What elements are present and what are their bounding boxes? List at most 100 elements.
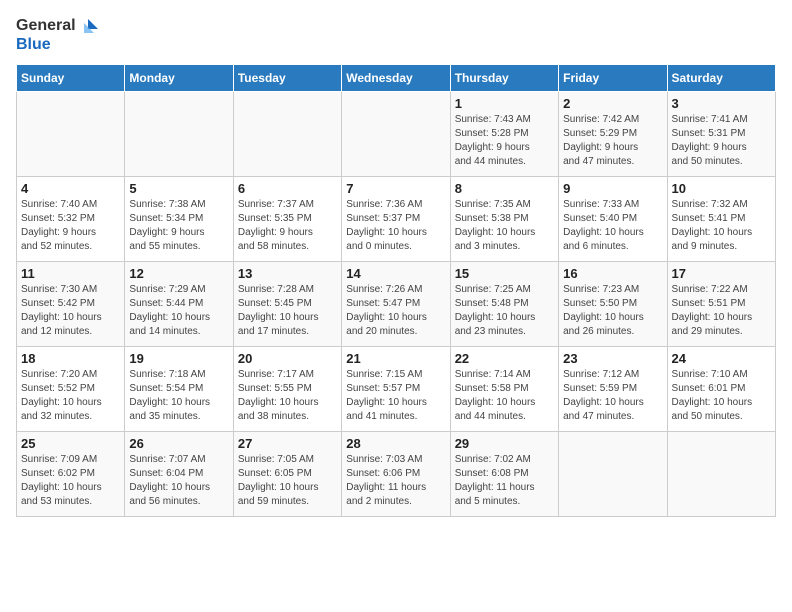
day-number: 3 bbox=[672, 96, 771, 111]
calendar-cell: 21 Sunrise: 7:15 AM Sunset: 5:57 PM Dayli… bbox=[342, 347, 450, 432]
day-number: 24 bbox=[672, 351, 771, 366]
day-info: Sunrise: 7:12 AM Sunset: 5:59 PM Dayligh… bbox=[563, 368, 662, 424]
week-row-1: 1 Sunrise: 7:43 AM Sunset: 5:28 PM Daylig… bbox=[17, 92, 776, 177]
calendar-cell bbox=[125, 92, 233, 177]
calendar-cell: 23 Sunrise: 7:12 AM Sunset: 5:59 PM Dayli… bbox=[559, 347, 667, 432]
calendar-cell: 14 Sunrise: 7:26 AM Sunset: 5:47 PM Dayli… bbox=[342, 262, 450, 347]
day-number: 25 bbox=[21, 436, 120, 451]
calendar-cell: 9 Sunrise: 7:33 AM Sunset: 5:40 PM Daylig… bbox=[559, 177, 667, 262]
day-info: Sunrise: 7:25 AM Sunset: 5:48 PM Dayligh… bbox=[455, 283, 554, 339]
calendar-cell: 22 Sunrise: 7:14 AM Sunset: 5:58 PM Dayli… bbox=[450, 347, 558, 432]
day-number: 19 bbox=[129, 351, 228, 366]
day-info: Sunrise: 7:14 AM Sunset: 5:58 PM Dayligh… bbox=[455, 368, 554, 424]
week-row-2: 4 Sunrise: 7:40 AM Sunset: 5:32 PM Daylig… bbox=[17, 177, 776, 262]
day-number: 12 bbox=[129, 266, 228, 281]
day-number: 21 bbox=[346, 351, 445, 366]
day-info: Sunrise: 7:41 AM Sunset: 5:31 PM Dayligh… bbox=[672, 113, 771, 169]
calendar-cell: 26 Sunrise: 7:07 AM Sunset: 6:04 PM Dayli… bbox=[125, 432, 233, 517]
day-info: Sunrise: 7:32 AM Sunset: 5:41 PM Dayligh… bbox=[672, 198, 771, 254]
calendar-cell: 2Sunrise: 7:42 AM Sunset: 5:29 PM Daylig… bbox=[559, 92, 667, 177]
day-info: Sunrise: 7:10 AM Sunset: 6:01 PM Dayligh… bbox=[672, 368, 771, 424]
col-header-monday: Monday bbox=[125, 65, 233, 92]
calendar-table: SundayMondayTuesdayWednesdayThursdayFrid… bbox=[16, 64, 776, 517]
week-row-5: 25 Sunrise: 7:09 AM Sunset: 6:02 PM Dayli… bbox=[17, 432, 776, 517]
day-info: Sunrise: 7:02 AM Sunset: 6:08 PM Dayligh… bbox=[455, 453, 554, 509]
day-number: 10 bbox=[672, 181, 771, 196]
day-info: Sunrise: 7:38 AM Sunset: 5:34 PM Dayligh… bbox=[129, 198, 228, 254]
day-number: 16 bbox=[563, 266, 662, 281]
calendar-cell: 12 Sunrise: 7:29 AM Sunset: 5:44 PM Dayli… bbox=[125, 262, 233, 347]
day-info: Sunrise: 7:15 AM Sunset: 5:57 PM Dayligh… bbox=[346, 368, 445, 424]
day-number: 1 bbox=[455, 96, 554, 111]
day-number: 15 bbox=[455, 266, 554, 281]
calendar-cell: 1 Sunrise: 7:43 AM Sunset: 5:28 PM Daylig… bbox=[450, 92, 558, 177]
day-number: 9 bbox=[563, 181, 662, 196]
calendar-cell: 8 Sunrise: 7:35 AM Sunset: 5:38 PM Daylig… bbox=[450, 177, 558, 262]
calendar-cell bbox=[559, 432, 667, 517]
logo: General Blue bbox=[16, 16, 98, 54]
day-number: 7 bbox=[346, 181, 445, 196]
day-number: 6 bbox=[238, 181, 337, 196]
calendar-cell: 4 Sunrise: 7:40 AM Sunset: 5:32 PM Daylig… bbox=[17, 177, 125, 262]
calendar-cell: 29Sunrise: 7:02 AM Sunset: 6:08 PM Dayli… bbox=[450, 432, 558, 517]
day-number: 22 bbox=[455, 351, 554, 366]
day-info: Sunrise: 7:17 AM Sunset: 5:55 PM Dayligh… bbox=[238, 368, 337, 424]
day-number: 8 bbox=[455, 181, 554, 196]
day-number: 4 bbox=[21, 181, 120, 196]
day-info: Sunrise: 7:30 AM Sunset: 5:42 PM Dayligh… bbox=[21, 283, 120, 339]
day-info: Sunrise: 7:26 AM Sunset: 5:47 PM Dayligh… bbox=[346, 283, 445, 339]
calendar-cell bbox=[342, 92, 450, 177]
day-info: Sunrise: 7:43 AM Sunset: 5:28 PM Dayligh… bbox=[455, 113, 554, 169]
day-number: 5 bbox=[129, 181, 228, 196]
logo-arrow-icon bbox=[78, 16, 98, 36]
calendar-cell: 19 Sunrise: 7:18 AM Sunset: 5:54 PM Dayli… bbox=[125, 347, 233, 432]
calendar-cell: 15 Sunrise: 7:25 AM Sunset: 5:48 PM Dayli… bbox=[450, 262, 558, 347]
day-number: 14 bbox=[346, 266, 445, 281]
calendar-cell: 20 Sunrise: 7:17 AM Sunset: 5:55 PM Dayli… bbox=[233, 347, 341, 432]
day-info: Sunrise: 7:37 AM Sunset: 5:35 PM Dayligh… bbox=[238, 198, 337, 254]
logo-general: General bbox=[16, 17, 76, 35]
day-info: Sunrise: 7:40 AM Sunset: 5:32 PM Dayligh… bbox=[21, 198, 120, 254]
col-header-wednesday: Wednesday bbox=[342, 65, 450, 92]
day-info: Sunrise: 7:03 AM Sunset: 6:06 PM Dayligh… bbox=[346, 453, 445, 509]
day-info: Sunrise: 7:35 AM Sunset: 5:38 PM Dayligh… bbox=[455, 198, 554, 254]
calendar-cell bbox=[667, 432, 775, 517]
day-info: Sunrise: 7:28 AM Sunset: 5:45 PM Dayligh… bbox=[238, 283, 337, 339]
day-info: Sunrise: 7:18 AM Sunset: 5:54 PM Dayligh… bbox=[129, 368, 228, 424]
day-info: Sunrise: 7:29 AM Sunset: 5:44 PM Dayligh… bbox=[129, 283, 228, 339]
day-number: 13 bbox=[238, 266, 337, 281]
day-info: Sunrise: 7:36 AM Sunset: 5:37 PM Dayligh… bbox=[346, 198, 445, 254]
day-info: Sunrise: 7:33 AM Sunset: 5:40 PM Dayligh… bbox=[563, 198, 662, 254]
day-info: Sunrise: 7:07 AM Sunset: 6:04 PM Dayligh… bbox=[129, 453, 228, 509]
calendar-cell: 11 Sunrise: 7:30 AM Sunset: 5:42 PM Dayli… bbox=[17, 262, 125, 347]
page-header: General Blue bbox=[16, 16, 776, 54]
week-row-4: 18 Sunrise: 7:20 AM Sunset: 5:52 PM Dayli… bbox=[17, 347, 776, 432]
day-number: 20 bbox=[238, 351, 337, 366]
day-number: 18 bbox=[21, 351, 120, 366]
calendar-cell: 28 Sunrise: 7:03 AM Sunset: 6:06 PM Dayli… bbox=[342, 432, 450, 517]
col-header-friday: Friday bbox=[559, 65, 667, 92]
calendar-cell: 16Sunrise: 7:23 AM Sunset: 5:50 PM Dayli… bbox=[559, 262, 667, 347]
calendar-cell: 13 Sunrise: 7:28 AM Sunset: 5:45 PM Dayli… bbox=[233, 262, 341, 347]
calendar-cell: 18 Sunrise: 7:20 AM Sunset: 5:52 PM Dayli… bbox=[17, 347, 125, 432]
day-number: 26 bbox=[129, 436, 228, 451]
day-info: Sunrise: 7:22 AM Sunset: 5:51 PM Dayligh… bbox=[672, 283, 771, 339]
calendar-cell: 3 Sunrise: 7:41 AM Sunset: 5:31 PM Daylig… bbox=[667, 92, 775, 177]
day-number: 11 bbox=[21, 266, 120, 281]
calendar-cell: 25 Sunrise: 7:09 AM Sunset: 6:02 PM Dayli… bbox=[17, 432, 125, 517]
day-number: 28 bbox=[346, 436, 445, 451]
calendar-cell: 5 Sunrise: 7:38 AM Sunset: 5:34 PM Daylig… bbox=[125, 177, 233, 262]
day-info: Sunrise: 7:09 AM Sunset: 6:02 PM Dayligh… bbox=[21, 453, 120, 509]
logo-blue: Blue bbox=[16, 36, 98, 54]
col-header-saturday: Saturday bbox=[667, 65, 775, 92]
col-header-thursday: Thursday bbox=[450, 65, 558, 92]
day-number: 27 bbox=[238, 436, 337, 451]
calendar-cell bbox=[17, 92, 125, 177]
calendar-cell: 27Sunrise: 7:05 AM Sunset: 6:05 PM Dayli… bbox=[233, 432, 341, 517]
day-info: Sunrise: 7:20 AM Sunset: 5:52 PM Dayligh… bbox=[21, 368, 120, 424]
col-header-sunday: Sunday bbox=[17, 65, 125, 92]
calendar-cell: 10 Sunrise: 7:32 AM Sunset: 5:41 PM Dayli… bbox=[667, 177, 775, 262]
calendar-cell: 17Sunrise: 7:22 AM Sunset: 5:51 PM Dayli… bbox=[667, 262, 775, 347]
day-number: 2 bbox=[563, 96, 662, 111]
day-number: 23 bbox=[563, 351, 662, 366]
